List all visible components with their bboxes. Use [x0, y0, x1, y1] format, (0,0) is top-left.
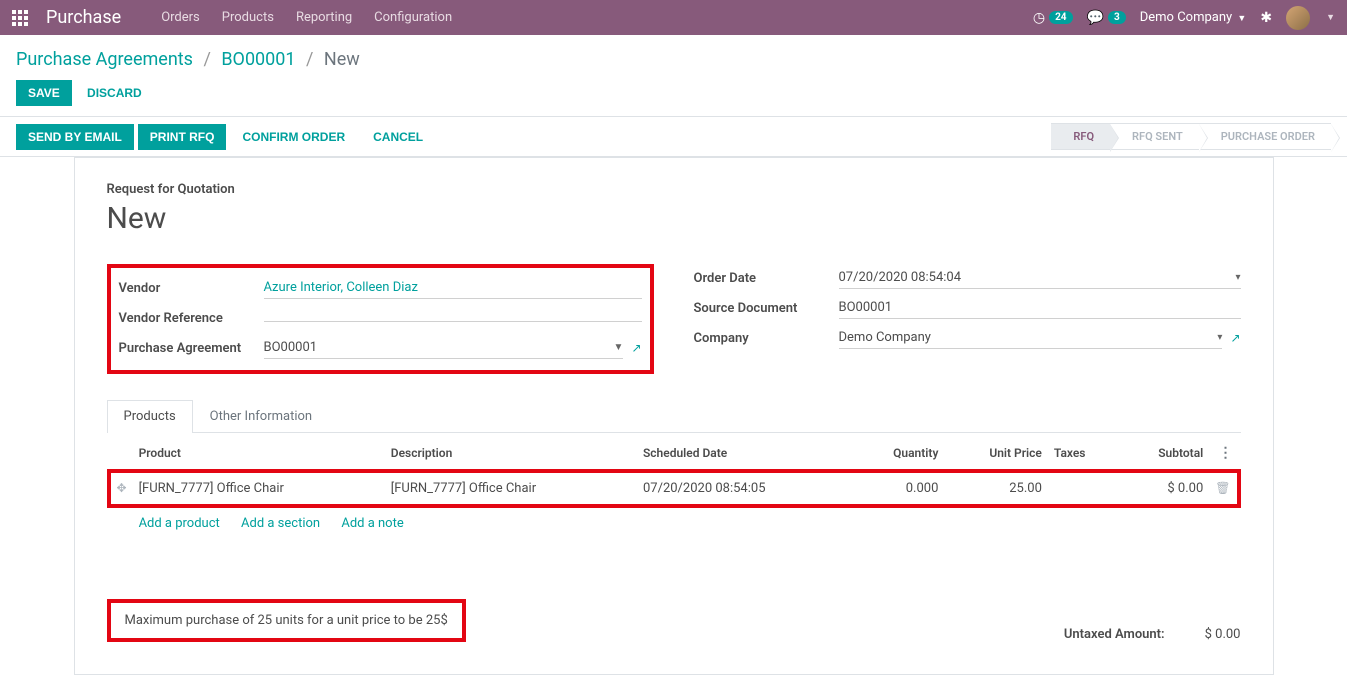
col-scheduled: Scheduled Date — [637, 437, 853, 471]
breadcrumb-bo00001[interactable]: BO00001 — [221, 49, 295, 70]
untaxed-value: $ 0.00 — [1205, 627, 1241, 642]
tab-products[interactable]: Products — [107, 400, 193, 433]
debug-icon[interactable]: ✱ — [1260, 10, 1272, 26]
status-flow: RFQ RFQ SENT PURCHASE ORDER — [1051, 123, 1331, 150]
chevron-down-icon: ▼ — [614, 342, 624, 353]
status-purchase-order[interactable]: PURCHASE ORDER — [1199, 123, 1331, 150]
col-product: Product — [133, 437, 385, 471]
vendor-value: Azure Interior, Colleen Diaz — [264, 280, 418, 295]
add-product-link[interactable]: Add a product — [139, 516, 220, 531]
col-unit-price: Unit Price — [944, 437, 1048, 471]
external-link-icon[interactable]: ↗ — [631, 341, 641, 355]
statusbar: SEND BY EMAIL PRINT RFQ CONFIRM ORDER CA… — [0, 116, 1347, 157]
vendor-field[interactable]: Azure Interior, Colleen Diaz — [264, 277, 642, 299]
kebab-icon[interactable]: ⋮ — [1219, 445, 1233, 461]
agreement-field[interactable]: BO00001 ▼ — [264, 337, 624, 359]
company-label: Demo Company — [1140, 10, 1232, 25]
chevron-down-icon: ▾ — [1235, 272, 1240, 283]
nav-reporting[interactable]: Reporting — [296, 10, 352, 25]
message-count: 3 — [1108, 11, 1126, 24]
company-label: Company — [694, 331, 839, 346]
vendor-section-highlight: Vendor Azure Interior, Colleen Diaz Vend… — [107, 264, 654, 374]
terms-note[interactable]: Maximum purchase of 25 units for a unit … — [125, 613, 448, 628]
form-buttons: SAVE DISCARD — [0, 80, 1347, 116]
vendor-ref-field[interactable] — [264, 315, 642, 322]
nav-orders[interactable]: Orders — [161, 10, 200, 25]
page-subtitle: Request for Quotation — [107, 182, 1241, 197]
activity-indicator[interactable]: ◷ 24 — [1033, 10, 1073, 26]
send-email-button[interactable]: SEND BY EMAIL — [16, 124, 134, 150]
chevron-down-icon: ▼ — [1237, 14, 1246, 24]
nav-configuration[interactable]: Configuration — [374, 10, 452, 25]
cell-product[interactable]: [FURN_7777] Office Chair — [133, 471, 385, 506]
cell-description[interactable]: [FURN_7777] Office Chair — [385, 471, 637, 506]
activity-count: 24 — [1049, 11, 1072, 24]
chat-icon: 💬 — [1087, 10, 1104, 26]
order-date-label: Order Date — [694, 271, 839, 286]
status-rfq-sent[interactable]: RFQ SENT — [1110, 123, 1199, 150]
breadcrumb-agreements[interactable]: Purchase Agreements — [16, 49, 193, 70]
company-switcher[interactable]: Demo Company ▼ — [1140, 10, 1247, 25]
clock-icon: ◷ — [1033, 10, 1045, 26]
status-rfq[interactable]: RFQ — [1051, 123, 1110, 150]
vendor-ref-label: Vendor Reference — [119, 311, 264, 326]
tabs: Products Other Information — [107, 400, 1241, 433]
source-doc-field[interactable]: BO00001 — [839, 297, 1241, 319]
breadcrumb: Purchase Agreements / BO00001 / New — [0, 35, 1347, 80]
page-title: New — [107, 201, 1241, 236]
vendor-label: Vendor — [119, 281, 264, 296]
source-doc-label: Source Document — [694, 301, 839, 316]
col-taxes: Taxes — [1048, 437, 1118, 471]
source-doc-value: BO00001 — [839, 300, 893, 315]
agreement-label: Purchase Agreement — [119, 341, 264, 356]
col-description: Description — [385, 437, 637, 471]
trash-icon[interactable]: 🗑 — [1215, 481, 1230, 495]
cell-taxes[interactable] — [1048, 471, 1118, 506]
cancel-button[interactable]: CANCEL — [361, 124, 435, 150]
external-link-icon[interactable]: ↗ — [1230, 331, 1240, 345]
brand-title[interactable]: Purchase — [46, 7, 121, 28]
apps-icon[interactable] — [12, 10, 28, 26]
user-menu-caret[interactable]: ▼ — [1326, 12, 1335, 23]
totals: Untaxed Amount: $ 0.00 — [1064, 627, 1241, 642]
confirm-order-button[interactable]: CONFIRM ORDER — [230, 124, 357, 150]
nav-products[interactable]: Products — [222, 10, 274, 25]
untaxed-label: Untaxed Amount: — [1064, 627, 1165, 642]
breadcrumb-current: New — [324, 49, 360, 70]
print-rfq-button[interactable]: PRINT RFQ — [138, 124, 227, 150]
topbar: Purchase Orders Products Reporting Confi… — [0, 0, 1347, 35]
tab-other-info[interactable]: Other Information — [193, 400, 329, 432]
order-date-value: 07/20/2020 08:54:04 — [839, 270, 962, 285]
company-field[interactable]: Demo Company ▾ — [839, 327, 1223, 349]
cell-quantity[interactable]: 0.000 — [853, 471, 945, 506]
chevron-down-icon: ▾ — [1217, 332, 1222, 343]
cell-subtotal: $ 0.00 — [1118, 471, 1210, 506]
agreement-value: BO00001 — [264, 340, 318, 355]
cell-scheduled[interactable]: 07/20/2020 08:54:05 — [637, 471, 853, 506]
add-note-link[interactable]: Add a note — [341, 516, 403, 531]
add-section-link[interactable]: Add a section — [241, 516, 320, 531]
company-value: Demo Company — [839, 330, 931, 345]
form-sheet: Request for Quotation New Vendor Azure I… — [74, 157, 1274, 675]
col-subtotal: Subtotal — [1118, 437, 1210, 471]
drag-handle-icon[interactable]: ✥ — [117, 481, 127, 495]
terms-note-highlight: Maximum purchase of 25 units for a unit … — [107, 599, 466, 642]
order-date-field[interactable]: 07/20/2020 08:54:04 ▾ — [839, 267, 1241, 289]
discard-button[interactable]: DISCARD — [75, 80, 154, 106]
messages-indicator[interactable]: 💬 3 — [1087, 10, 1126, 26]
table-row[interactable]: ✥ [FURN_7777] Office Chair [FURN_7777] O… — [109, 471, 1239, 506]
col-quantity: Quantity — [853, 437, 945, 471]
products-table: Product Description Scheduled Date Quant… — [107, 437, 1241, 539]
cell-unit-price[interactable]: 25.00 — [944, 471, 1048, 506]
save-button[interactable]: SAVE — [16, 80, 72, 106]
avatar[interactable] — [1286, 6, 1310, 30]
